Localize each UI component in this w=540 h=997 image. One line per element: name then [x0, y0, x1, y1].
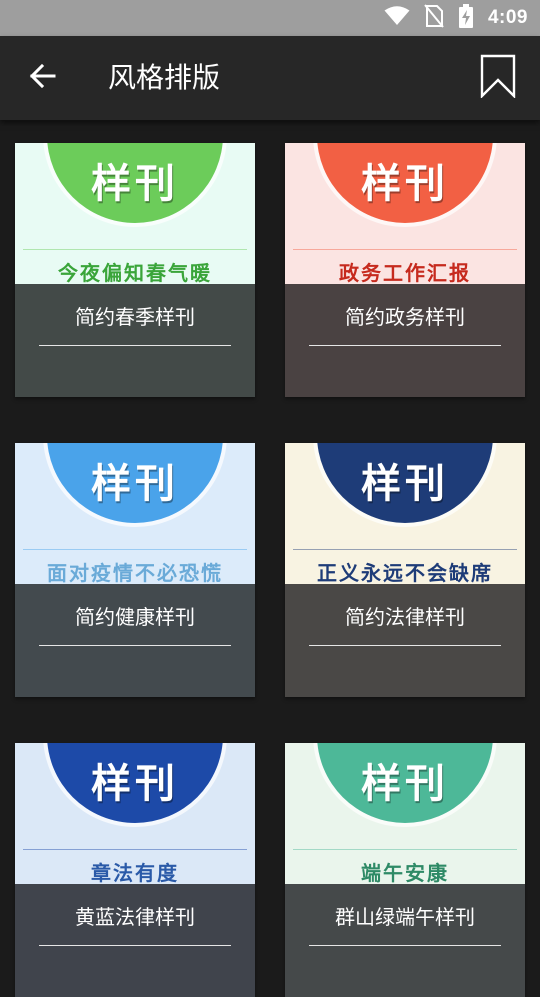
template-name: 简约健康样刊: [75, 605, 195, 629]
wifi-icon: [384, 6, 410, 30]
template-thumbnail: 样刊正义永远不会缺席: [285, 443, 525, 584]
template-thumbnail: 样刊 端午安康: [285, 743, 525, 884]
no-sim-icon: [424, 4, 444, 32]
template-name: 简约法律样刊: [345, 605, 465, 629]
template-info-panel: 群山绿端午样刊: [285, 884, 525, 997]
thumbnail-subtitle: 面对疫情不必恐慌: [47, 561, 223, 584]
template-thumbnail: 样刊 政务工作汇报: [285, 143, 525, 284]
template-info-panel: 黄蓝法律样刊: [15, 884, 255, 997]
thumbnail-divider: [293, 849, 517, 850]
card-divider: [309, 945, 501, 946]
template-info-panel: 简约政务样刊: [285, 284, 525, 397]
thumbnail-divider: [293, 249, 517, 250]
template-name: 简约春季样刊: [75, 305, 195, 329]
thumbnail-subtitle: 今夜偏知春气暖: [58, 261, 212, 284]
template-card[interactable]: 样刊面对疫情不必恐慌 简约健康样刊: [15, 443, 255, 697]
template-grid: 样刊 今夜偏知春气暖 简约春季样刊 样刊 政务工作汇报 简约政务样刊 样刊 面对疫情不必恐慌简…: [0, 120, 540, 997]
card-divider: [309, 345, 501, 346]
template-card[interactable]: 样刊章法有度黄蓝法律样刊: [15, 743, 255, 997]
thumbnail-subtitle: 端午安康: [361, 861, 449, 884]
battery-charging-icon: [458, 4, 474, 32]
card-divider: [39, 945, 231, 946]
template-thumbnail: 样刊 今夜偏知春气暖: [15, 143, 255, 284]
thumbnail-title: 样刊: [361, 761, 449, 807]
status-icons: 4:09: [384, 0, 528, 36]
thumbnail-subtitle: 政务工作汇报: [339, 261, 471, 284]
template-card[interactable]: 样刊正义永远不会缺席 简约法律样刊: [285, 443, 525, 697]
arrow-left-icon: [28, 62, 56, 94]
status-bar: 4:09: [0, 0, 540, 36]
app-bar: 风格排版: [0, 36, 540, 120]
template-name: 简约政务样刊: [345, 305, 465, 329]
bookmark-button[interactable]: [478, 54, 518, 102]
thumbnail-title: 样刊: [361, 461, 449, 507]
template-name: 黄蓝法律样刊: [75, 905, 195, 929]
thumbnail-title: 样刊: [91, 161, 179, 207]
template-card[interactable]: 样刊今夜偏知春气暖 简约春季样刊: [15, 143, 255, 397]
back-button[interactable]: [22, 58, 62, 98]
template-info-panel: 简约健康样刊: [15, 584, 255, 697]
template-thumbnail: 样刊面对疫情不必恐慌: [15, 443, 255, 584]
card-divider: [309, 645, 501, 646]
thumbnail-divider: [293, 549, 517, 550]
card-divider: [39, 345, 231, 346]
thumbnail-divider: [23, 849, 247, 850]
template-thumbnail: 样刊 章法有度: [15, 743, 255, 884]
template-info-panel: 简约法律样刊: [285, 584, 525, 697]
card-divider: [39, 645, 231, 646]
thumbnail-title: 样刊: [91, 461, 179, 507]
page-title: 风格排版: [108, 61, 221, 94]
thumbnail-title: 样刊: [91, 761, 179, 807]
template-card[interactable]: 样刊端午安康群山绿端午样刊: [285, 743, 525, 997]
bookmark-icon: [480, 54, 516, 102]
thumbnail-divider: [23, 549, 247, 550]
thumbnail-subtitle: 正义永远不会缺席: [317, 561, 493, 584]
template-info-panel: 简约春季样刊: [15, 284, 255, 397]
template-card[interactable]: 样刊政务工作汇报 简约政务样刊: [285, 143, 525, 397]
thumbnail-divider: [23, 249, 247, 250]
status-time: 4:09: [487, 7, 528, 28]
thumbnail-title: 样刊: [361, 161, 449, 207]
template-name: 群山绿端午样刊: [335, 905, 475, 929]
thumbnail-subtitle: 章法有度: [91, 861, 179, 884]
